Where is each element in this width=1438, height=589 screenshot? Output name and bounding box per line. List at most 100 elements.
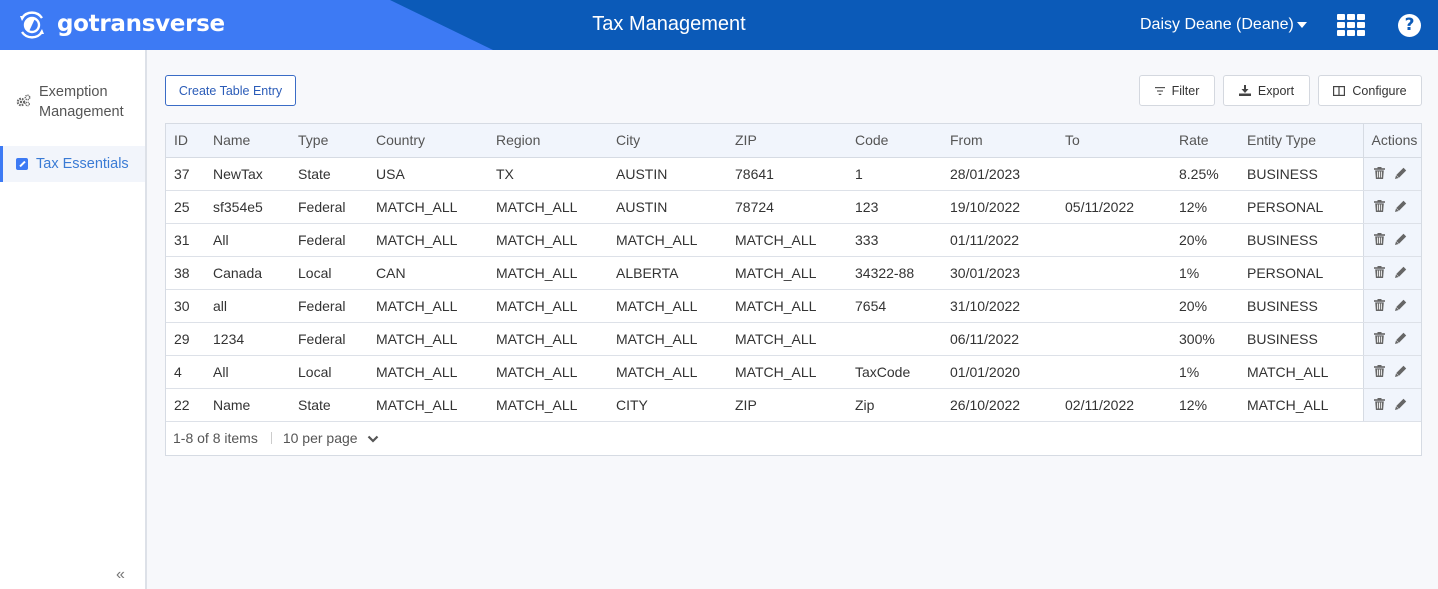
edit-icon[interactable] (1394, 331, 1407, 347)
edit-icon[interactable] (1394, 265, 1407, 281)
column-header-actions[interactable]: Actions (1362, 124, 1421, 158)
edit-icon[interactable] (1394, 364, 1407, 380)
cell-zip: 78641 (727, 157, 847, 191)
per-page-select[interactable]: 10 per page (283, 430, 379, 446)
cell-entity-type: BUSINESS (1239, 157, 1363, 191)
delete-icon[interactable] (1373, 232, 1385, 248)
cell-country: MATCH_ALL (368, 388, 488, 422)
collapse-sidebar-button[interactable]: « (116, 566, 125, 584)
cell-actions (1362, 322, 1421, 356)
edit-icon[interactable] (1394, 199, 1407, 215)
cell-code: 7654 (847, 289, 942, 323)
column-header-from[interactable]: From (942, 124, 1057, 158)
table-row[interactable]: 30 all Federal MATCH_ALL MATCH_ALL MATCH_ALL M… (166, 289, 1421, 323)
cell-name: all (205, 289, 290, 323)
cell-entity-type: MATCH_ALL (1239, 355, 1363, 389)
cell-name: Name (205, 388, 290, 422)
cell-entity-type: BUSINESS (1239, 289, 1363, 323)
cell-id: 38 (166, 256, 205, 290)
table-row[interactable]: 29 1234 Federal MATCH_ALL MATCH_ALL MATCH_ALL… (166, 322, 1421, 356)
cell-id: 37 (166, 157, 205, 191)
cell-country: USA (368, 157, 488, 191)
sidebar: Exemption Management Tax Essentials « (0, 50, 147, 589)
pagination-summary: 1-8 of 8 items (173, 430, 258, 446)
download-icon (1238, 85, 1251, 96)
filter-button[interactable]: Filter (1139, 75, 1215, 106)
sidebar-item-exemption-management[interactable]: Exemption Management (0, 80, 145, 124)
cell-city: MATCH_ALL (608, 355, 727, 389)
column-header-to[interactable]: To (1057, 124, 1171, 158)
cell-country: MATCH_ALL (368, 190, 488, 224)
edit-icon[interactable] (1394, 166, 1407, 182)
edit-icon[interactable] (1394, 232, 1407, 248)
cell-country: MATCH_ALL (368, 223, 488, 257)
export-label: Export (1257, 83, 1295, 98)
cell-type: Local (290, 355, 368, 389)
cell-id: 30 (166, 289, 205, 323)
cell-country: MATCH_ALL (368, 322, 488, 356)
column-header-code[interactable]: Code (847, 124, 942, 158)
cell-rate: 8.25% (1171, 157, 1239, 191)
columns-icon (1333, 85, 1346, 96)
delete-icon[interactable] (1373, 166, 1385, 182)
delete-icon[interactable] (1373, 298, 1385, 314)
table-row[interactable]: 38 Canada Local CAN MATCH_ALL ALBERTA MATCH_AL… (166, 256, 1421, 290)
cell-to (1057, 322, 1171, 356)
cell-country: CAN (368, 256, 488, 290)
table-row[interactable]: 37 NewTax State USA TX AUSTIN 78641 1 28/01/2023… (166, 157, 1421, 191)
export-button[interactable]: Export (1223, 75, 1310, 106)
cell-zip: 78724 (727, 190, 847, 224)
table-row[interactable]: 22 Name State MATCH_ALL MATCH_ALL CITY ZIP Zip 2… (166, 388, 1421, 422)
table-row[interactable]: 4 All Local MATCH_ALL MATCH_ALL MATCH_ALL MATC… (166, 355, 1421, 389)
cell-type: Federal (290, 322, 368, 356)
cell-from: 28/01/2023 (942, 157, 1057, 191)
pagination: 1-8 of 8 items 10 per page (166, 422, 1421, 455)
column-header-name[interactable]: Name (205, 124, 290, 158)
column-header-country[interactable]: Country (368, 124, 488, 158)
column-header-entity-type[interactable]: Entity Type (1239, 124, 1363, 158)
column-header-city[interactable]: City (608, 124, 727, 158)
edit-icon[interactable] (1394, 298, 1407, 314)
cell-rate: 12% (1171, 190, 1239, 224)
cell-city: ALBERTA (608, 256, 727, 290)
cell-region: MATCH_ALL (488, 322, 608, 356)
cell-id: 22 (166, 388, 205, 422)
cell-type: State (290, 157, 368, 191)
pencil-square-icon (16, 158, 28, 170)
column-header-id[interactable]: ID (166, 124, 205, 158)
cell-code (847, 322, 942, 356)
sidebar-item-tax-essentials[interactable]: Tax Essentials (0, 146, 145, 182)
table-row[interactable]: 31 All Federal MATCH_ALL MATCH_ALL MATCH_ALL M… (166, 223, 1421, 257)
cell-zip: MATCH_ALL (727, 289, 847, 323)
edit-icon[interactable] (1394, 397, 1407, 413)
apps-grid-icon[interactable] (1337, 14, 1365, 36)
cell-rate: 12% (1171, 388, 1239, 422)
cell-zip: MATCH_ALL (727, 256, 847, 290)
cell-to (1057, 157, 1171, 191)
cell-region: MATCH_ALL (488, 256, 608, 290)
delete-icon[interactable] (1373, 265, 1385, 281)
column-header-region[interactable]: Region (488, 124, 608, 158)
delete-icon[interactable] (1373, 364, 1385, 380)
user-menu[interactable]: Daisy Deane (Deane) (1140, 16, 1307, 34)
help-icon[interactable]: ? (1398, 14, 1421, 37)
cell-id: 31 (166, 223, 205, 257)
column-header-zip[interactable]: ZIP (727, 124, 847, 158)
cell-zip: MATCH_ALL (727, 355, 847, 389)
cell-region: TX (488, 157, 608, 191)
cell-rate: 1% (1171, 355, 1239, 389)
delete-icon[interactable] (1373, 397, 1385, 413)
column-header-type[interactable]: Type (290, 124, 368, 158)
caret-down-icon (1296, 22, 1307, 28)
delete-icon[interactable] (1373, 331, 1385, 347)
table-row[interactable]: 25 sf354e5 Federal MATCH_ALL MATCH_ALL AUSTIN… (166, 190, 1421, 224)
per-page-label: 10 per page (282, 430, 358, 446)
configure-button[interactable]: Configure (1318, 75, 1422, 106)
cell-country: MATCH_ALL (368, 289, 488, 323)
filter-label: Filter (1171, 83, 1200, 98)
sidebar-item-label: Tax Essentials (36, 156, 129, 172)
cell-region: MATCH_ALL (488, 289, 608, 323)
create-table-entry-button[interactable]: Create Table Entry (165, 75, 296, 106)
column-header-rate[interactable]: Rate (1171, 124, 1239, 158)
delete-icon[interactable] (1373, 199, 1385, 215)
